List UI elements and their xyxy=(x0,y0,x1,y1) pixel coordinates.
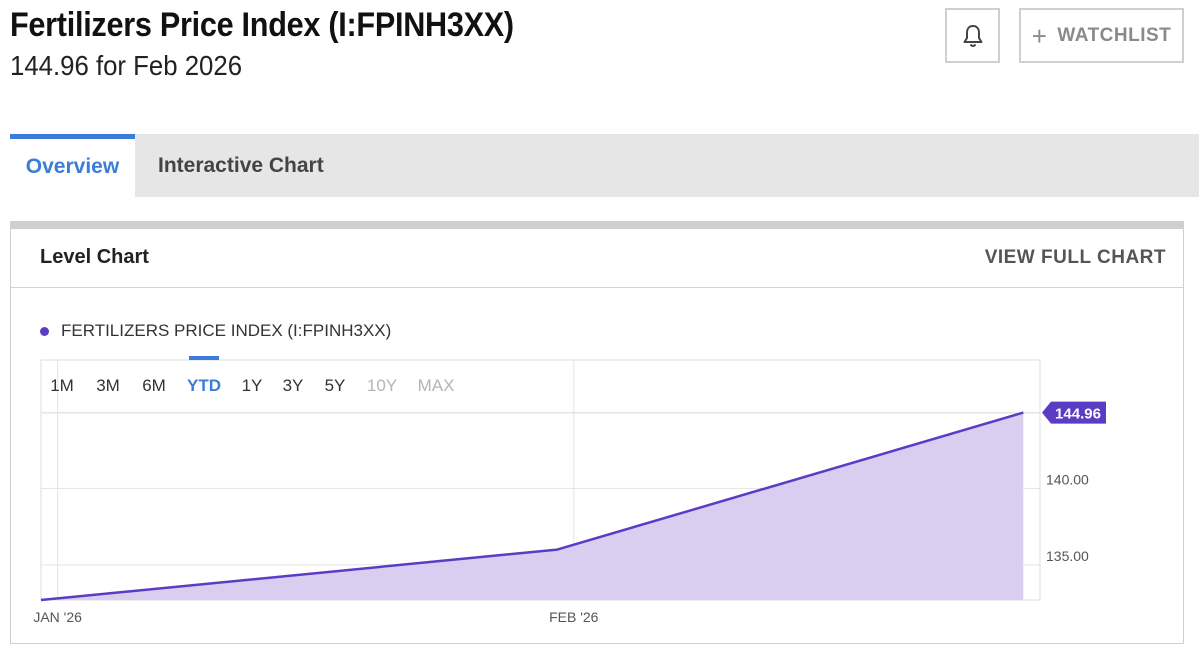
range-button-3y[interactable]: 3Y xyxy=(283,376,304,395)
x-tick-label: JAN '26 xyxy=(33,609,82,625)
range-button-max: MAX xyxy=(418,376,455,395)
range-button-1m[interactable]: 1M xyxy=(50,376,74,395)
last-value-label: 144.96 xyxy=(1055,406,1101,423)
range-button-5y[interactable]: 5Y xyxy=(325,376,346,395)
y-tick-label: 135.00 xyxy=(1046,548,1089,564)
range-active-indicator xyxy=(189,356,219,360)
range-button-label: 5Y xyxy=(325,376,346,395)
range-button-label: 1Y xyxy=(242,376,263,395)
range-button-6m[interactable]: 6M xyxy=(142,376,166,395)
range-button-10y: 10Y xyxy=(367,376,397,395)
range-button-label: 6M xyxy=(142,376,166,395)
range-button-1y[interactable]: 1Y xyxy=(242,376,263,395)
range-button-label: MAX xyxy=(418,376,455,395)
range-button-label: YTD xyxy=(187,376,221,395)
range-button-label: 3Y xyxy=(283,376,304,395)
range-button-3m[interactable]: 3M xyxy=(96,376,120,395)
range-button-label: 10Y xyxy=(367,376,397,395)
range-button-label: 3M xyxy=(96,376,120,395)
x-tick-label: FEB '26 xyxy=(549,609,599,625)
last-value-badge: 144.96 xyxy=(1042,401,1106,424)
y-tick-label: 140.00 xyxy=(1046,471,1089,487)
range-button-label: 1M xyxy=(50,376,74,395)
level-chart: 1M 3M 6M YTD 1Y 3Y 5Y 10Y MAX 135.00 140.00 JAN '2… xyxy=(33,356,1106,625)
